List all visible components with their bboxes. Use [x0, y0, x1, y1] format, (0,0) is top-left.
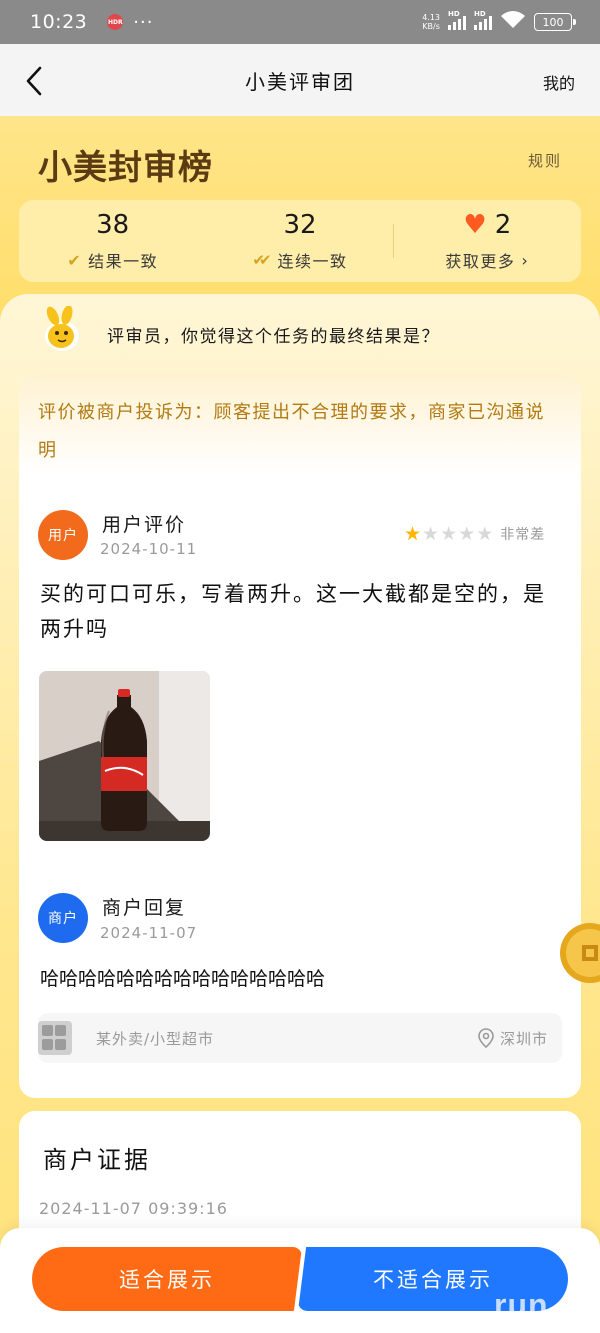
page-title: 小美评审团: [245, 69, 355, 94]
user-avatar: 用户: [38, 510, 88, 560]
kangaroo-mascot-icon: [45, 306, 79, 351]
hdr-badge-icon: HDR: [107, 14, 124, 30]
merchant-avatar: 商户: [38, 893, 88, 943]
stat-label-text: 连续一致: [277, 252, 348, 271]
wifi-icon: [500, 10, 526, 34]
star-rating: ★ ★ ★ ★ ★ 非常差: [404, 524, 545, 544]
status-bar: 10:23 HDR ··· 4.13 KB/s HD HD 100: [0, 0, 600, 44]
location-pin-icon: [478, 1028, 494, 1048]
evidence-timestamp: 2024-11-07 09:39:16: [39, 1199, 228, 1218]
stat-label: ✔ 结果一致: [67, 248, 158, 272]
user-review-date: 2024-10-11: [100, 540, 198, 558]
review-photo[interactable]: [39, 671, 210, 841]
nav-bar: 小美评审团 我的: [0, 44, 600, 116]
stat-consistent-results: 38 ✔ 结果一致: [19, 200, 206, 282]
stat-label-text: 获取更多: [445, 252, 516, 271]
check-icon: ✔: [67, 250, 83, 270]
rules-link[interactable]: 规则: [528, 150, 562, 171]
stat-value: 38: [96, 210, 130, 240]
network-speed-value: 4.13: [422, 13, 440, 22]
star-icon: ★: [404, 522, 422, 545]
gold-coin-icon[interactable]: [556, 920, 600, 986]
heart-icon: ♥: [463, 210, 487, 240]
hearts-row: ♥ 2: [463, 210, 511, 240]
merchant-reply-text: 哈哈哈哈哈哈哈哈哈哈哈哈哈哈哈: [40, 968, 326, 990]
complaint-text: 评价被商户投诉为：顾客提出不合理的要求，商家已沟通说明: [38, 402, 545, 461]
battery-icon: 100: [534, 13, 576, 31]
network-speed: 4.13 KB/s: [422, 13, 440, 31]
suitable-to-display-button[interactable]: 适合展示: [32, 1247, 302, 1311]
signal-hd-label: HD: [474, 10, 486, 18]
user-review-heading: 用户评价: [102, 514, 187, 536]
stat-label: ✔✔ 连续一致: [252, 248, 347, 272]
stat-label-text: 结果一致: [88, 252, 159, 271]
stats-card: 38 ✔ 结果一致 32 ✔✔ 连续一致 ♥ 2 获取更多 ›: [19, 200, 581, 282]
stat-value: 2: [494, 210, 512, 240]
leaderboard-title: 小美封审榜: [38, 148, 213, 188]
star-icon: ★: [458, 522, 476, 545]
signal-strength-icon: HD: [448, 10, 466, 30]
store-name: 某外卖/小型超市: [96, 1029, 215, 1048]
evidence-title: 商户证据: [43, 1146, 151, 1174]
review-text: 买的可口可乐，写着两升。这一大截都是空的，是两升吗: [40, 582, 546, 641]
star-icon: ★: [422, 522, 440, 545]
signal-strength-icon: HD: [474, 10, 492, 30]
question-text: 评审员，你觉得这个任务的最终结果是？: [107, 327, 440, 347]
more-notifications-icon: ···: [133, 11, 154, 33]
double-check-icon: ✔✔: [252, 251, 271, 269]
star-icon: ★: [440, 522, 458, 545]
chevron-right-icon: ›: [521, 250, 530, 270]
status-indicators: 4.13 KB/s HD HD 100: [422, 10, 576, 34]
store-info-row[interactable]: 某外卖/小型超市 深圳市: [38, 1013, 562, 1063]
stat-value: 32: [283, 210, 317, 240]
status-time: 10:23: [30, 11, 88, 33]
star-icon: ★: [476, 522, 494, 545]
network-speed-unit: KB/s: [422, 22, 440, 31]
merchant-reply-heading: 商户回复: [102, 897, 187, 919]
get-more-link[interactable]: 获取更多 ›: [445, 248, 529, 272]
store-city: 深圳市: [499, 1029, 548, 1048]
stat-hearts[interactable]: ♥ 2 获取更多 ›: [394, 200, 581, 282]
rating-label: 非常差: [500, 527, 546, 543]
merchant-reply-date: 2024-11-07: [100, 924, 198, 942]
battery-level: 100: [542, 15, 564, 29]
back-arrow-icon[interactable]: [20, 64, 50, 98]
store-location: 深圳市: [478, 1028, 548, 1049]
signal-hd-label: HD: [448, 10, 460, 18]
watermark-logo: run: [494, 1287, 549, 1323]
stat-streak: 32 ✔✔ 连续一致: [206, 200, 394, 282]
mine-link[interactable]: 我的: [543, 70, 575, 94]
store-thumbnail: [38, 1021, 72, 1055]
